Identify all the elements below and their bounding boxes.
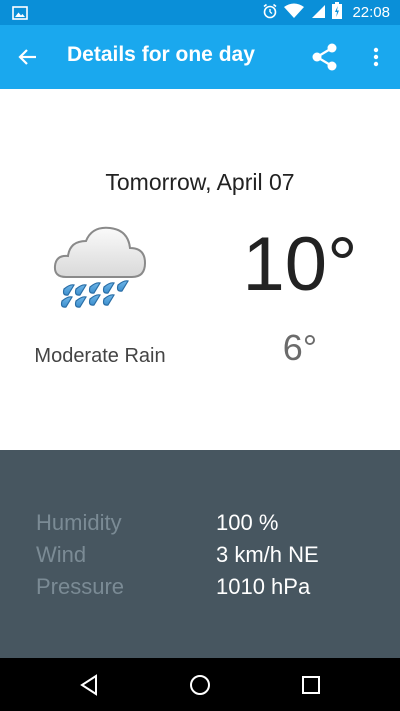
wind-value: 3 km/h NE bbox=[216, 542, 319, 567]
forecast-card: Tomorrow, April 07 Moderate Rain 10° 6° bbox=[0, 89, 400, 450]
nav-back-button[interactable] bbox=[71, 668, 107, 702]
status-bar: 22:08 bbox=[0, 0, 400, 25]
image-icon bbox=[12, 5, 28, 24]
app-bar: Details for one day bbox=[0, 25, 400, 89]
forecast-date: Tomorrow, April 07 bbox=[105, 169, 295, 195]
wind-label: Wind bbox=[36, 542, 87, 567]
battery-icon bbox=[332, 2, 343, 23]
back-arrow-icon bbox=[18, 49, 36, 65]
status-time: 22:08 bbox=[352, 4, 390, 21]
signal-icon bbox=[310, 3, 326, 23]
pressure-label: Pressure bbox=[36, 574, 125, 599]
back-triangle-icon bbox=[80, 674, 97, 696]
system-nav-bar bbox=[0, 658, 400, 711]
nav-recents-button[interactable] bbox=[293, 668, 329, 702]
pressure-row: Pressure 1010 hPa bbox=[0, 574, 400, 606]
recents-square-icon bbox=[302, 676, 320, 694]
alarm-icon bbox=[262, 3, 278, 23]
humidity-row: Humidity 100 % bbox=[0, 510, 400, 542]
details-panel: Humidity 100 % Wind 3 km/h NE Pressure 1… bbox=[0, 450, 400, 658]
home-circle-icon bbox=[190, 675, 210, 695]
humidity-value: 100 % bbox=[216, 510, 279, 535]
more-vert-icon bbox=[373, 47, 379, 67]
humidity-label: Humidity bbox=[36, 510, 122, 535]
high-temperature: 10° bbox=[242, 222, 358, 307]
share-icon bbox=[312, 43, 337, 71]
page-title: Details for one day bbox=[67, 43, 255, 66]
low-temperature: 6° bbox=[282, 327, 318, 368]
share-button[interactable] bbox=[309, 41, 341, 73]
back-button[interactable] bbox=[14, 43, 42, 71]
nav-home-button[interactable] bbox=[182, 668, 218, 702]
pressure-value: 1010 hPa bbox=[216, 574, 311, 599]
wind-row: Wind 3 km/h NE bbox=[0, 542, 400, 574]
wifi-icon bbox=[284, 3, 305, 23]
overflow-menu-button[interactable] bbox=[362, 41, 390, 73]
rain-cloud-icon bbox=[50, 221, 150, 317]
weather-condition: Moderate Rain bbox=[34, 345, 166, 367]
